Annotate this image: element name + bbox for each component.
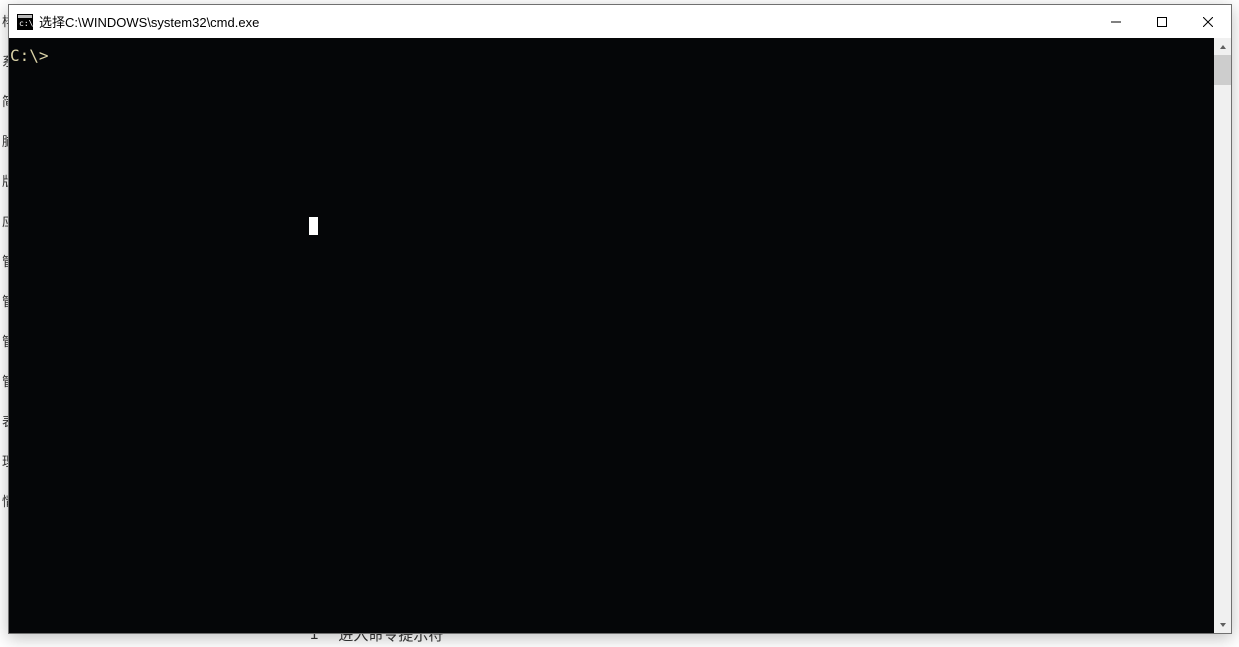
cmd-window: c:\ 选择C:\WINDOWS\system32\cmd.exe C:\> [8, 4, 1232, 634]
console-wrap: C:\> [9, 38, 1231, 633]
window-controls [1093, 5, 1231, 38]
close-button[interactable] [1185, 5, 1231, 38]
console-area[interactable]: C:\> [9, 38, 1214, 633]
scroll-thumb[interactable] [1214, 55, 1231, 85]
scroll-track[interactable] [1214, 55, 1231, 616]
scroll-up-button[interactable] [1214, 38, 1231, 55]
maximize-button[interactable] [1139, 5, 1185, 38]
svg-text:c:\: c:\ [19, 19, 33, 28]
window-title: 选择C:\WINDOWS\system32\cmd.exe [39, 12, 1093, 31]
titlebar[interactable]: c:\ 选择C:\WINDOWS\system32\cmd.exe [9, 5, 1231, 38]
vertical-scrollbar[interactable] [1214, 38, 1231, 633]
prompt-line: C:\> [10, 46, 1214, 66]
cmd-icon: c:\ [17, 14, 33, 30]
scroll-down-button[interactable] [1214, 616, 1231, 633]
minimize-button[interactable] [1093, 5, 1139, 38]
selection-cursor [309, 217, 318, 235]
